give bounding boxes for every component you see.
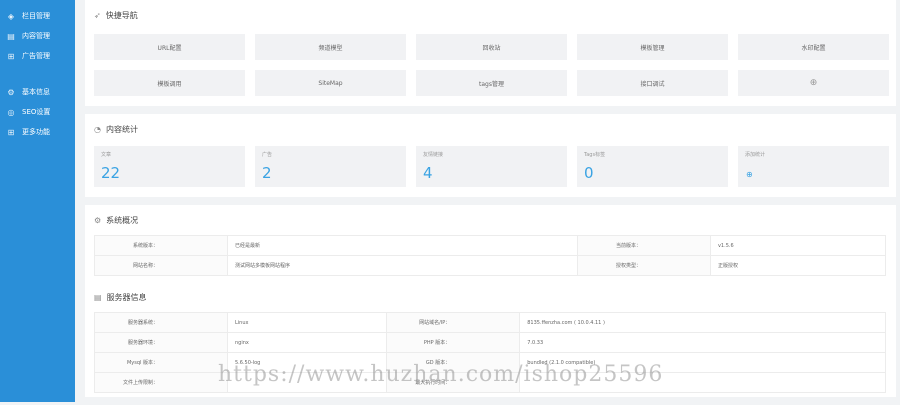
- document-icon: ▤: [7, 31, 15, 41]
- sidebar-item-label: 栏目管理: [22, 12, 50, 20]
- quick-nav-title: ➶ 快捷导航: [85, 0, 896, 30]
- system-info-title-label: 系统概况: [106, 215, 139, 225]
- gear-icon: ⚙: [94, 215, 102, 225]
- info-key: 服务器系统：: [94, 312, 228, 333]
- info-key: 系统版本：: [94, 235, 228, 256]
- info-value: 测试网站多模板网站程序: [227, 255, 578, 276]
- nav-watermark-config[interactable]: 水印配置: [738, 34, 889, 60]
- info-key: 服务器环境：: [94, 332, 228, 353]
- sidebar-item-ads[interactable]: ⊞ 广告管理: [0, 46, 75, 66]
- nav-sitemap[interactable]: SiteMap: [255, 70, 406, 96]
- sidebar-item-columns[interactable]: ◈ 栏目管理: [0, 6, 75, 26]
- sidebar-separator: [0, 66, 75, 76]
- info-value: v1.5.6: [709, 235, 887, 256]
- info-value: nginx: [226, 332, 388, 353]
- stat-value: 4: [423, 164, 433, 182]
- content-stats-title: ◔ 内容统计: [85, 114, 896, 144]
- info-key: 当前版本：: [576, 235, 711, 256]
- sidebar-item-label: 广告管理: [22, 52, 50, 60]
- sidebar-item-label: 更多功能: [22, 128, 50, 136]
- stat-label: 添加统计: [745, 152, 766, 158]
- info-key: 网站域名/IP：: [386, 312, 521, 333]
- quick-nav-panel: ➶ 快捷导航 URL配置 频道模型 回收站 模板管理 水印配置 模板调用 Site…: [85, 0, 896, 106]
- sidebar-item-label: 基本信息: [22, 88, 50, 96]
- info-key: 授权类型：: [576, 255, 711, 276]
- info-key: 文件上传限制：: [94, 372, 228, 393]
- layers-icon: ◈: [7, 11, 15, 21]
- sidebar-item-seo[interactable]: ◎ SEO设置: [0, 102, 75, 122]
- sidebar-group-content: ◈ 栏目管理 ▤ 内容管理 ⊞ 广告管理: [0, 0, 75, 66]
- info-key: Mysql 版本：: [94, 352, 228, 373]
- info-value: 8135.ffenzha.com ( 10.0.4.11 ): [519, 312, 886, 333]
- sidebar-group-settings: ⚙ 基本信息 ◎ SEO设置 ⊞ 更多功能: [0, 76, 75, 142]
- stat-value: 22: [101, 164, 121, 182]
- watermark-overlay: https://www.huzhan.com/ishop25596: [218, 362, 664, 387]
- grid-icon: ⊞: [7, 127, 15, 137]
- stat-ads[interactable]: 广告 2: [255, 146, 406, 187]
- stat-tags[interactable]: Tags标签 0: [577, 146, 728, 187]
- info-key: PHP 版本：: [386, 332, 521, 353]
- chart-icon: ◔: [94, 124, 101, 134]
- nav-template-manage[interactable]: 模板管理: [577, 34, 728, 60]
- compass-icon: ◎: [7, 107, 15, 117]
- content-stats-panel: ◔ 内容统计 文章 22 广告 2 友情链接 4 Tags标签 0 添加统计 ⊕: [85, 114, 896, 197]
- nav-channel-model[interactable]: 频道模型: [255, 34, 406, 60]
- sidebar-item-content[interactable]: ▤ 内容管理: [0, 26, 75, 46]
- stat-value: 0: [584, 164, 594, 182]
- info-value: 7.0.33: [519, 332, 886, 353]
- nav-api-debug[interactable]: 接口调试: [577, 70, 728, 96]
- nav-tags-manage[interactable]: tags管理: [416, 70, 567, 96]
- stat-articles[interactable]: 文章 22: [94, 146, 245, 187]
- nav-template-call[interactable]: 模板调用: [94, 70, 245, 96]
- nav-recycle-bin[interactable]: 回收站: [416, 34, 567, 60]
- sidebar-item-more[interactable]: ⊞ 更多功能: [0, 122, 75, 142]
- stat-label: 文章: [101, 152, 112, 158]
- stats-grid: 文章 22 广告 2 友情链接 4 Tags标签 0 添加统计 ⊕: [85, 144, 896, 197]
- table-row: 服务器环境： nginx PHP 版本： 7.0.33: [94, 332, 886, 353]
- plus-circle-icon: ⊕: [746, 170, 753, 179]
- stat-value: 2: [262, 164, 272, 182]
- content-stats-title-label: 内容统计: [105, 124, 138, 134]
- system-info-title: ⚙ 系统概况: [85, 205, 896, 235]
- stat-label: 友情链接: [423, 152, 444, 158]
- table-row: 服务器系统： Linux 网站域名/IP： 8135.ffenzha.com (…: [94, 312, 886, 333]
- server-info-title-label: 服务器信息: [106, 292, 147, 302]
- table-row: 网站名称： 测试网站多模板网站程序 授权类型： 正版授权: [94, 255, 887, 276]
- sidebar-item-label: SEO设置: [22, 108, 51, 116]
- table-row: 系统版本： 已经是最新 当前版本： v1.5.6: [94, 235, 887, 256]
- stat-label: 广告: [262, 152, 273, 158]
- stat-label: Tags标签: [584, 152, 606, 158]
- system-info-table: 系统版本： 已经是最新 当前版本： v1.5.6 网站名称： 测试网站多模板网站…: [94, 235, 887, 276]
- stat-add[interactable]: 添加统计 ⊕: [738, 146, 889, 187]
- quick-nav-grid: URL配置 频道模型 回收站 模板管理 水印配置 模板调用 SiteMap ta…: [85, 30, 896, 106]
- info-value: 正版授权: [709, 255, 887, 276]
- stat-links[interactable]: 友情链接 4: [416, 146, 567, 187]
- info-value: 已经是最新: [227, 235, 578, 256]
- send-icon: ➶: [94, 10, 101, 20]
- main-content: ➶ 快捷导航 URL配置 频道模型 回收站 模板管理 水印配置 模板调用 Site…: [85, 0, 896, 405]
- info-value: Linux: [226, 312, 388, 333]
- settings-icon: ⚙: [7, 87, 15, 97]
- sidebar-item-label: 内容管理: [22, 32, 50, 40]
- ad-icon: ⊞: [7, 51, 15, 61]
- add-shortcut-button[interactable]: ⊕: [738, 70, 889, 96]
- quick-nav-title-label: 快捷导航: [105, 10, 138, 20]
- info-key: 网站名称：: [94, 255, 228, 276]
- sidebar: ◈ 栏目管理 ▤ 内容管理 ⊞ 广告管理 ⚙ 基本信息 ◎ SEO设置 ⊞ 更多功能: [0, 0, 75, 402]
- server-icon: ▤: [94, 292, 102, 302]
- nav-url-config[interactable]: URL配置: [94, 34, 245, 60]
- sidebar-item-basic-info[interactable]: ⚙ 基本信息: [0, 82, 75, 102]
- server-info-title: ▤ 服务器信息: [85, 282, 896, 312]
